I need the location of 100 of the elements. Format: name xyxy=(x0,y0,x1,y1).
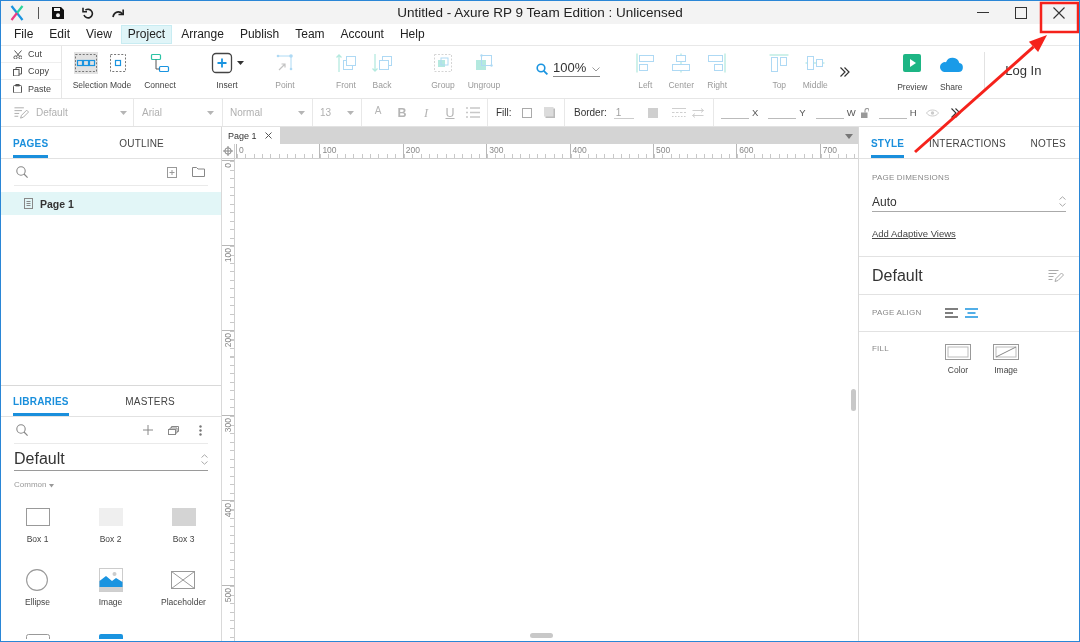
left-right-arrows-icon[interactable] xyxy=(691,107,704,118)
page-item[interactable]: Page 1 xyxy=(1,192,221,215)
menu-item[interactable]: Publish xyxy=(232,25,287,44)
fill-option[interactable]: Color xyxy=(945,344,971,375)
adaptive-views-link[interactable]: Add Adaptive Views xyxy=(872,228,956,239)
annotation-frame xyxy=(1039,1,1079,34)
shadow-square-icon[interactable] xyxy=(543,107,555,118)
panel-tab[interactable]: MASTERS xyxy=(125,386,175,416)
copy-button[interactable]: Copy xyxy=(1,63,61,80)
align-center-lines-icon[interactable] xyxy=(965,308,978,318)
filled-square-icon[interactable] xyxy=(647,107,658,118)
ruler-label: 700 xyxy=(822,145,837,155)
paste-button[interactable]: Paste xyxy=(1,80,61,97)
chevron-down-icon xyxy=(592,67,601,72)
rounded-rect-icon xyxy=(25,634,50,639)
fill-option[interactable]: Image xyxy=(993,344,1019,375)
menu-item[interactable]: Help xyxy=(392,25,432,44)
caret-down-icon xyxy=(347,110,354,115)
outlined-rect-icon xyxy=(25,508,50,526)
dashed-frame-squares-icon[interactable] xyxy=(74,52,98,74)
empty-swatch-icon xyxy=(945,344,971,360)
filled-rounded-rect-icon xyxy=(98,634,123,639)
connector-icon xyxy=(149,52,171,74)
caret-down-icon[interactable] xyxy=(845,134,853,139)
cut-button[interactable]: Cut xyxy=(1,46,61,63)
caret-down-icon xyxy=(120,110,127,115)
undo-icon[interactable] xyxy=(82,6,94,19)
empty-swatch-icon[interactable] xyxy=(521,107,532,118)
landscape-image-icon xyxy=(98,568,123,592)
dashed-lines-icon[interactable] xyxy=(671,108,686,117)
panel-tab[interactable]: INTERACTIONS xyxy=(928,127,1006,158)
page-dimensions-dropdown[interactable]: Auto xyxy=(872,192,1066,212)
zoom-dropdown[interactable]: 100% xyxy=(553,60,601,77)
maximize-icon[interactable] xyxy=(1015,6,1027,19)
style-name: Default xyxy=(872,266,923,285)
library-dropdown[interactable]: Default xyxy=(14,448,208,471)
document-tab[interactable]: Page 1 xyxy=(222,127,280,144)
panel-tab[interactable]: LIBRARIES xyxy=(13,386,69,416)
edit-style-icon[interactable] xyxy=(1048,269,1064,282)
add-page-icon[interactable] xyxy=(167,166,177,178)
align-left-lines-icon[interactable] xyxy=(945,308,958,318)
library-widget[interactable]: Box 3 xyxy=(171,504,196,544)
section-label: FILL xyxy=(872,344,890,354)
menu-item[interactable]: Arrange xyxy=(174,25,231,44)
more-vertical-icon[interactable] xyxy=(199,424,202,436)
clipboard-icon xyxy=(13,84,22,93)
panel-tab[interactable]: PAGES xyxy=(13,127,49,158)
menu-item[interactable]: Team xyxy=(288,25,332,44)
panel-tab[interactable]: NOTES xyxy=(1030,127,1066,158)
fill-label: Fill: xyxy=(496,107,512,118)
double-chevron-icon[interactable] xyxy=(950,107,961,118)
ruler-label: 400 xyxy=(223,503,233,518)
bullet-list-icon[interactable] xyxy=(466,107,480,118)
plus-icon[interactable] xyxy=(143,425,153,435)
search-icon[interactable] xyxy=(16,166,28,178)
folder-icon[interactable] xyxy=(192,167,205,177)
ruler-label: 0 xyxy=(223,163,233,168)
magnifier-icon xyxy=(536,62,548,75)
scrollbar-thumb[interactable] xyxy=(530,633,553,638)
ruler-label: 200 xyxy=(405,145,420,155)
toolbar-button[interactable]: Insert xyxy=(209,46,245,90)
library-widget[interactable]: Ellipse xyxy=(24,567,50,607)
section-label: PAGE DIMENSIONS xyxy=(872,173,950,183)
grouped-squares-icon xyxy=(432,52,454,74)
double-chevron-icon[interactable] xyxy=(840,67,851,77)
search-icon[interactable] xyxy=(16,424,28,436)
library-widget[interactable]: Placeholder xyxy=(161,567,206,607)
edit-style-icon xyxy=(14,106,29,119)
eye-icon[interactable] xyxy=(925,108,939,117)
library-widget[interactable]: Box 2 xyxy=(98,504,123,544)
ruler-label: 600 xyxy=(739,145,754,155)
padlock-icon[interactable] xyxy=(860,107,869,118)
section-label: PAGE ALIGN xyxy=(872,308,923,318)
library-widget[interactable]: Image xyxy=(98,567,123,607)
arrow-down-layers-icon xyxy=(371,52,393,74)
menu-item[interactable]: Edit xyxy=(42,25,78,44)
library-widget[interactable]: Box 1 xyxy=(25,504,50,544)
panel-tab[interactable]: OUTLINE xyxy=(119,127,164,158)
filled-rect-icon xyxy=(171,508,196,526)
circle-outline-icon xyxy=(26,569,49,591)
up-down-chevron-icon xyxy=(1059,196,1066,207)
close-icon[interactable] xyxy=(265,132,272,139)
close-icon[interactable] xyxy=(1053,6,1065,19)
scrollbar-thumb[interactable] xyxy=(850,389,856,411)
ruler-label: 100 xyxy=(223,248,233,263)
stacked-windows-icon[interactable] xyxy=(168,425,179,435)
align-right-icon xyxy=(706,52,729,74)
preview-button[interactable]: Preview xyxy=(894,46,931,92)
save-icon[interactable] xyxy=(52,6,64,19)
menu-item[interactable]: Account xyxy=(333,25,391,44)
share-button[interactable]: Share xyxy=(933,46,970,92)
panel-tab[interactable]: STYLE xyxy=(871,127,905,158)
menu-item[interactable]: File xyxy=(7,25,41,44)
caret-down-icon xyxy=(207,110,214,115)
menu-item[interactable]: View xyxy=(79,25,119,44)
menu-item[interactable]: Project xyxy=(120,25,173,44)
selection-mode-label: Selection Mode xyxy=(72,80,132,90)
toolbar-button[interactable]: Connect xyxy=(142,46,178,90)
ruler-label: 500 xyxy=(223,588,233,603)
crossed-rect-icon xyxy=(171,571,196,589)
